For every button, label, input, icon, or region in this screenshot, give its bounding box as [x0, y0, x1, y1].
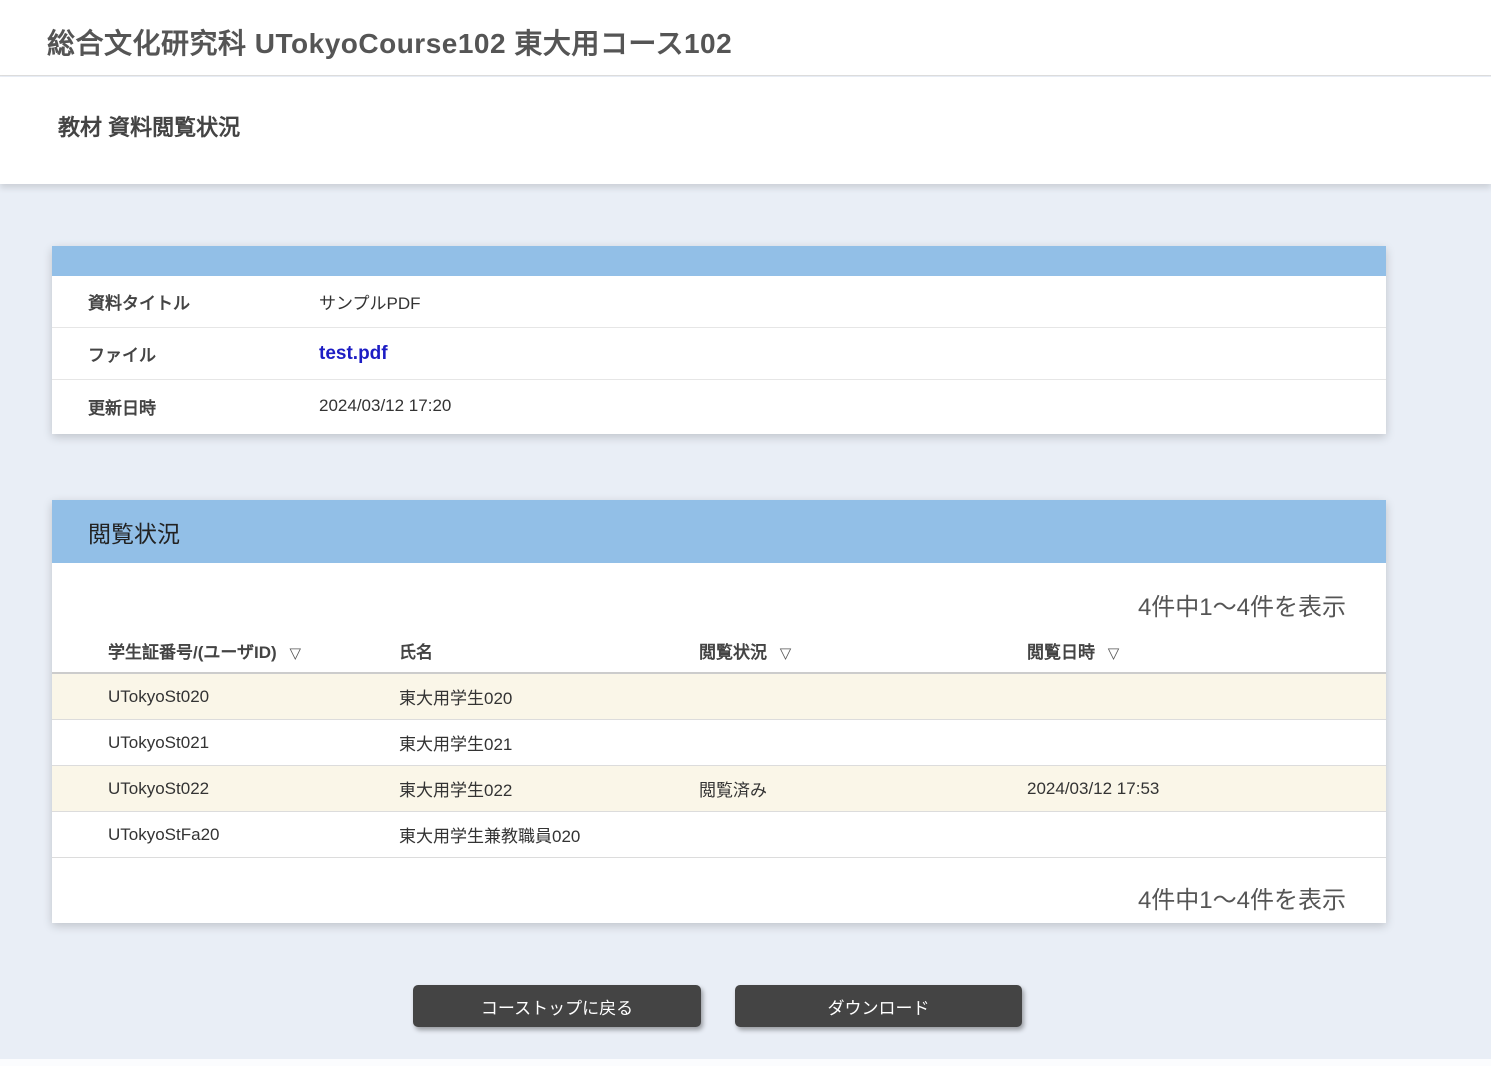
cell-name: 東大用学生兼教職員020 [399, 822, 699, 847]
cell-name: 東大用学生021 [399, 730, 699, 755]
col-header-name-label: 氏名 [399, 643, 433, 662]
col-header-status-label: 閲覧状況 [699, 643, 767, 662]
bottom-edge-strip [0, 1059, 1491, 1066]
course-title: 総合文化研究科 UTokyoCourse102 東大用コース102 [47, 22, 732, 62]
viewing-status-card: 閲覧状況 4件中1〜4件を表示 学生証番号/(ユーザID) ▽ 氏名 閲覧状況 … [52, 500, 1386, 923]
sort-desc-icon[interactable]: ▽ [289, 644, 301, 662]
material-row-file: ファイル test.pdf [52, 328, 1386, 380]
back-to-course-top-button[interactable]: コーストップに戻る [413, 985, 701, 1027]
cell-user-id: UTokyoStFa20 [52, 825, 399, 845]
col-header-viewed-at-label: 閲覧日時 [1027, 643, 1095, 662]
table-row: UTokyoSt020 東大用学生020 [52, 674, 1386, 720]
viewing-status-section-header: 閲覧状況 [52, 500, 1386, 563]
material-title-value: サンプルPDF [319, 289, 421, 314]
sort-desc-icon[interactable]: ▽ [1108, 644, 1120, 662]
sort-desc-icon[interactable]: ▽ [780, 644, 792, 662]
col-header-name: 氏名 [399, 638, 699, 663]
material-info-header-bar [52, 246, 1386, 276]
material-info-card: 資料タイトル サンプルPDF ファイル test.pdf 更新日時 2024/0… [52, 246, 1386, 434]
page-title: 教材 資料閲覧状況 [58, 110, 240, 142]
cell-name: 東大用学生020 [399, 684, 699, 709]
results-count-top: 4件中1〜4件を表示 [52, 563, 1386, 629]
material-updated-value: 2024/03/12 17:20 [319, 396, 451, 416]
col-header-status[interactable]: 閲覧状況 ▽ [699, 638, 1027, 663]
material-row-title: 資料タイトル サンプルPDF [52, 276, 1386, 328]
viewing-status-section-title: 閲覧状況 [88, 515, 180, 549]
table-row: UTokyoStFa20 東大用学生兼教職員020 [52, 812, 1386, 858]
material-file-label: ファイル [52, 341, 319, 366]
file-link[interactable]: test.pdf [319, 343, 388, 365]
cell-user-id: UTokyoSt020 [52, 687, 399, 707]
material-row-updated: 更新日時 2024/03/12 17:20 [52, 380, 1386, 432]
col-header-user-id-label: 学生証番号/(ユーザID) [108, 643, 277, 662]
download-button[interactable]: ダウンロード [735, 985, 1022, 1027]
table-row: UTokyoSt021 東大用学生021 [52, 720, 1386, 766]
col-header-user-id[interactable]: 学生証番号/(ユーザID) ▽ [52, 638, 399, 663]
cell-user-id: UTokyoSt021 [52, 733, 399, 753]
course-header: 総合文化研究科 UTokyoCourse102 東大用コース102 [0, 0, 1491, 76]
col-header-viewed-at[interactable]: 閲覧日時 ▽ [1027, 638, 1386, 663]
page-header: 教材 資料閲覧状況 [0, 77, 1491, 184]
table-row: UTokyoSt022 東大用学生022 閲覧済み 2024/03/12 17:… [52, 766, 1386, 812]
cell-status: 閲覧済み [699, 776, 1027, 801]
cell-name: 東大用学生022 [399, 776, 699, 801]
material-title-label: 資料タイトル [52, 289, 319, 314]
cell-viewed-at: 2024/03/12 17:53 [1027, 779, 1386, 799]
material-updated-label: 更新日時 [52, 394, 319, 419]
results-count-bottom: 4件中1〜4件を表示 [52, 858, 1386, 915]
cell-user-id: UTokyoSt022 [52, 779, 399, 799]
table-header-row: 学生証番号/(ユーザID) ▽ 氏名 閲覧状況 ▽ 閲覧日時 ▽ [52, 629, 1386, 674]
